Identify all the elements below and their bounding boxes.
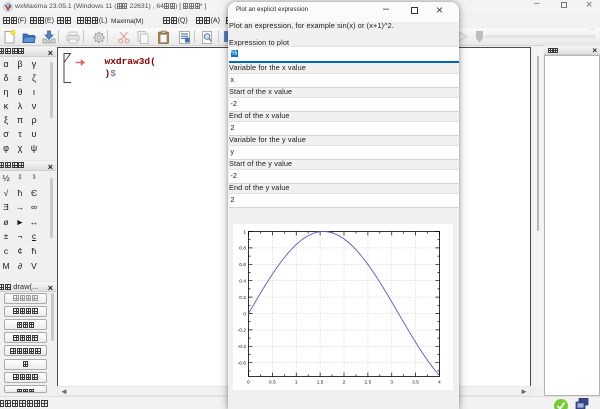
svg-text:0.4: 0.4 <box>239 279 246 284</box>
svg-text:0: 0 <box>247 380 250 385</box>
svg-text:1: 1 <box>243 229 246 234</box>
svg-text:1.5: 1.5 <box>317 380 324 385</box>
svg-text:0.5: 0.5 <box>269 380 276 385</box>
svg-text:-0.6: -0.6 <box>238 361 247 366</box>
svg-text:2.5: 2.5 <box>365 380 372 385</box>
svg-text:3.5: 3.5 <box>412 380 419 385</box>
svg-text:-0.2: -0.2 <box>238 328 247 333</box>
svg-text:3: 3 <box>390 380 393 385</box>
svg-text:0.2: 0.2 <box>239 295 246 300</box>
svg-text:1: 1 <box>295 380 298 385</box>
svg-text:2: 2 <box>343 380 346 385</box>
svg-text:4: 4 <box>438 380 441 385</box>
svg-text:0: 0 <box>243 311 246 316</box>
svg-text:0.8: 0.8 <box>239 246 246 251</box>
svg-text:-0.4: -0.4 <box>238 344 247 349</box>
svg-text:0.6: 0.6 <box>239 262 246 267</box>
